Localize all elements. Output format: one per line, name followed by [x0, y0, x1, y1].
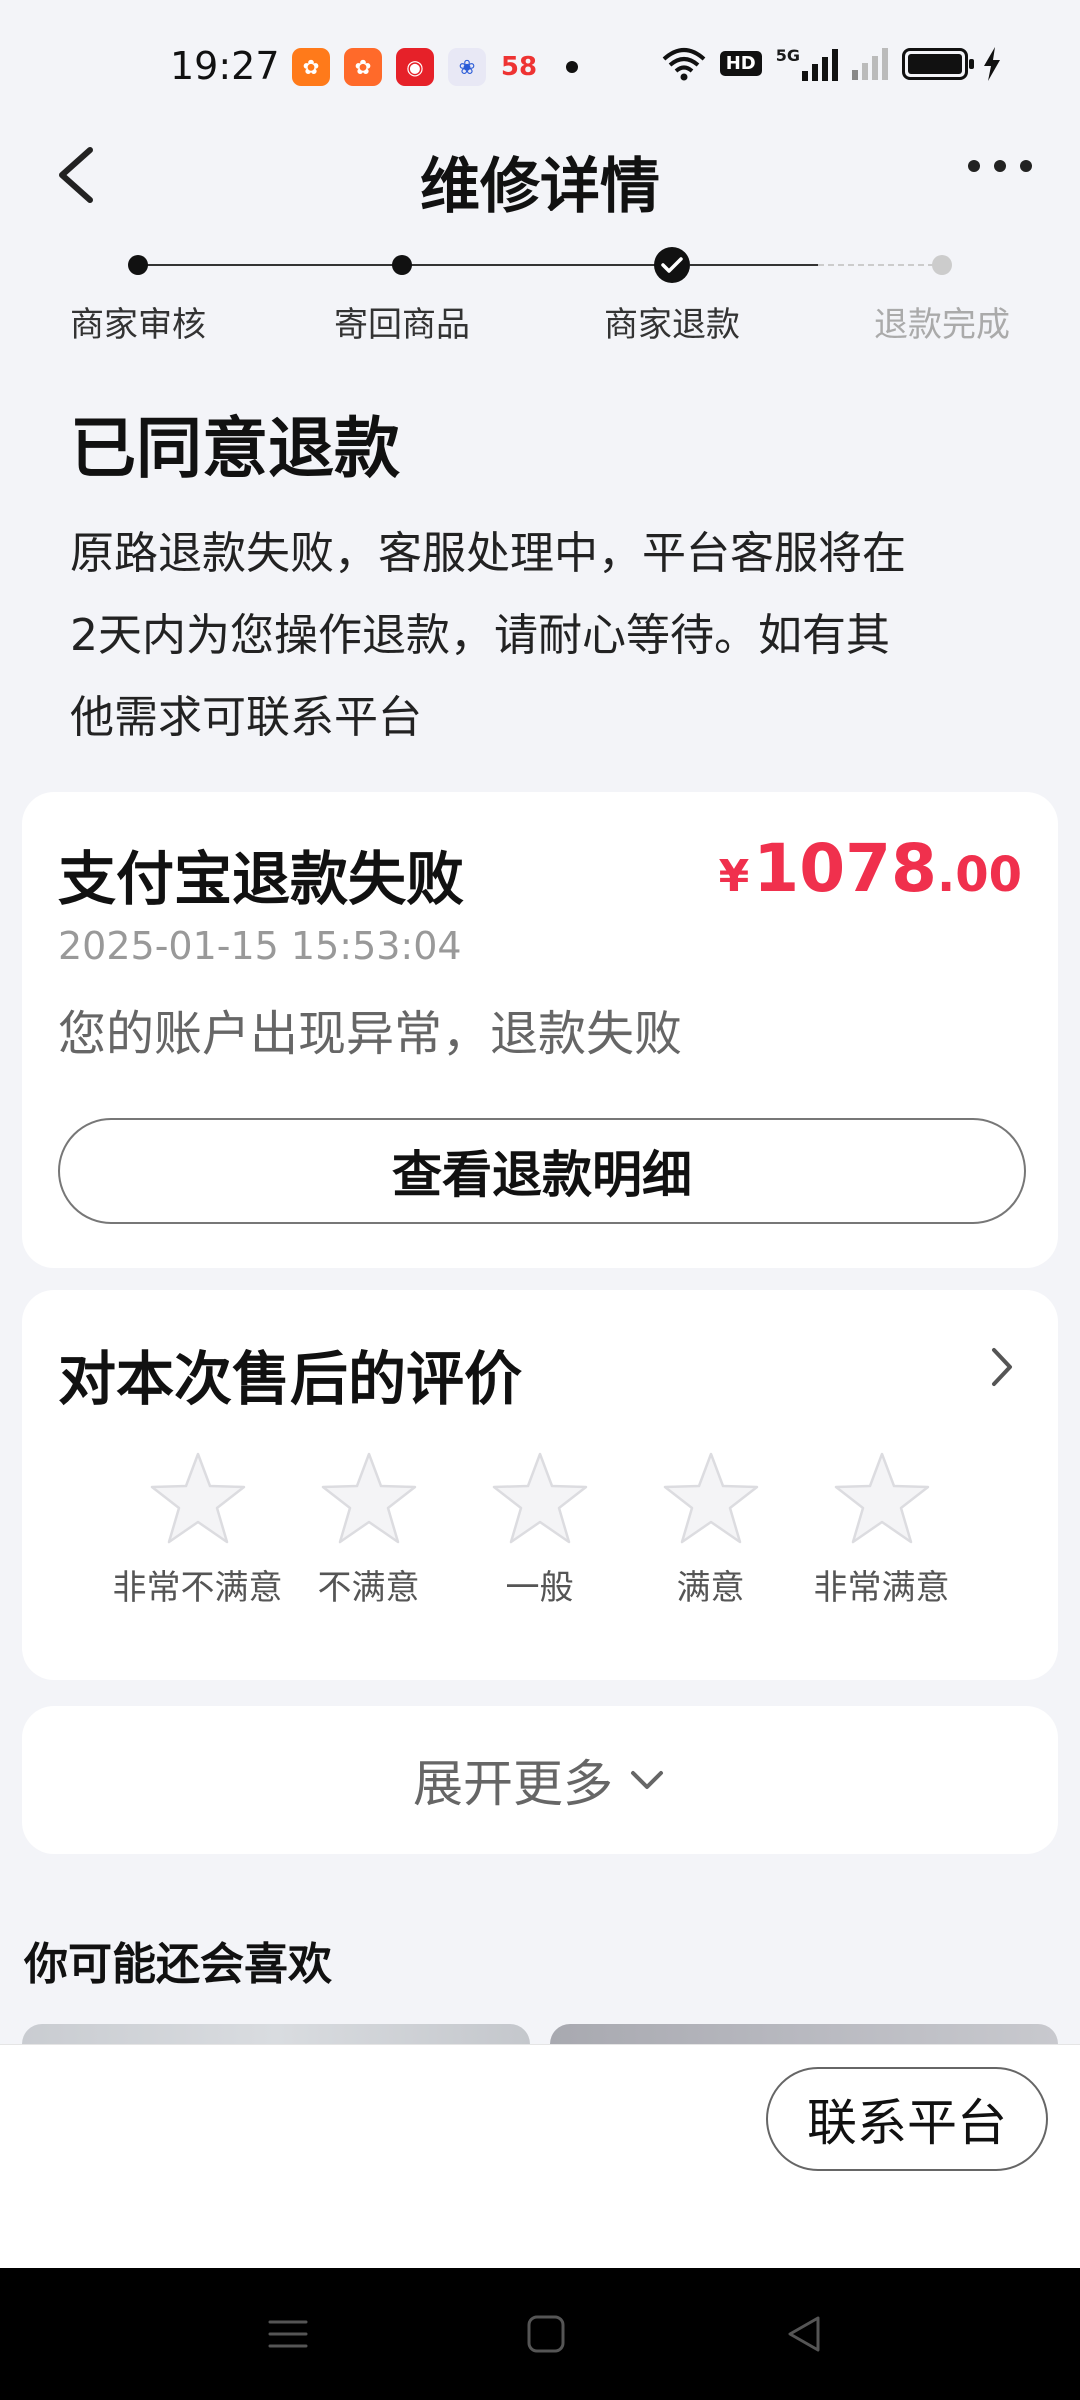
step-dot — [392, 255, 412, 275]
home-icon[interactable] — [524, 2312, 568, 2356]
back-nav-icon[interactable] — [782, 2312, 826, 2356]
chevron-down-icon — [631, 1771, 663, 1789]
star-icon[interactable] — [319, 1450, 419, 1546]
progress-line-pending — [818, 264, 942, 266]
rating-option[interactable]: 一般 — [454, 1450, 625, 1609]
step-label: 退款完成 — [874, 305, 1010, 345]
more-options-icon[interactable] — [968, 160, 1032, 172]
step-label: 寄回商品 — [334, 305, 470, 345]
wifi-icon — [662, 47, 706, 80]
progress-line — [402, 264, 672, 266]
status-title: 已同意退款 — [70, 410, 400, 487]
railway-icon: ◉ — [396, 48, 434, 86]
step-label: 商家审核 — [70, 305, 206, 345]
signal-sim2-icon — [852, 47, 888, 80]
kuaishou-icon: ✿ — [344, 48, 382, 86]
charging-icon — [984, 46, 1000, 81]
status-time: 19:27 — [170, 44, 280, 88]
star-rating: 非常不满意 不满意 一般 满意 非常满意 — [112, 1450, 967, 1609]
status-bar: 19:27 ✿ ✿ ◉ ❀ 58 HD 5G — [0, 0, 1080, 136]
page-title: 维修详情 — [420, 152, 660, 222]
expand-more-label: 展开更多 — [413, 1755, 613, 1813]
step-dot — [128, 255, 148, 275]
system-navigation-bar — [0, 2268, 1080, 2400]
refund-status: 已同意退款 原路退款失败，客服处理中，平台客服将在 2天内为您操作退款，请耐心等… — [70, 395, 1020, 759]
rating-option[interactable]: 不满意 — [283, 1450, 454, 1609]
battery-icon — [902, 47, 974, 80]
refund-card-title: 支付宝退款失败 — [58, 845, 465, 913]
status-description: 原路退款失败，客服处理中，平台客服将在 2天内为您操作退款，请耐心等待。如有其 … — [70, 528, 906, 743]
58-icon: 58 — [500, 52, 538, 82]
check-icon — [654, 247, 690, 283]
star-icon[interactable] — [661, 1450, 761, 1546]
expand-more-button[interactable]: 展开更多 — [22, 1706, 1058, 1854]
hd-voice-icon: HD — [719, 51, 762, 76]
step-dot-pending — [932, 255, 952, 275]
progress-line — [690, 264, 818, 266]
more-notifications-dot-icon — [566, 61, 578, 73]
chevron-right-icon[interactable] — [982, 1342, 1022, 1392]
progress-line — [138, 264, 402, 266]
rating-option[interactable]: 非常满意 — [796, 1450, 967, 1609]
baidu-icon: ❀ — [448, 48, 486, 86]
bottom-action-bar: 联系平台 — [0, 2044, 1080, 2268]
kuaishou-lite-icon: ✿ — [292, 48, 330, 86]
rating-title: 对本次售后的评价 — [58, 1345, 523, 1413]
step-label: 商家退款 — [604, 305, 740, 345]
contact-platform-button[interactable]: 联系平台 — [766, 2067, 1048, 2171]
star-icon[interactable] — [832, 1450, 932, 1546]
rating-card: 对本次售后的评价 非常不满意 不满意 一般 满意 非常满意 — [22, 1290, 1058, 1680]
refund-failure-reason: 您的账户出现异常，退款失败 — [58, 1006, 683, 1062]
view-refund-details-button[interactable]: 查看退款明细 — [58, 1118, 1026, 1224]
refund-amount: ¥ 1078 .00 — [718, 830, 1022, 907]
star-icon[interactable] — [148, 1450, 248, 1546]
recommend-title: 你可能还会喜欢 — [24, 1939, 332, 1990]
refund-card: 支付宝退款失败 ¥ 1078 .00 2025-01-15 15:53:04 您… — [22, 792, 1058, 1268]
system-indicators: HD 5G — [662, 46, 1002, 81]
notification-icons: ✿ ✿ ◉ ❀ 58 — [292, 48, 578, 86]
menu-icon[interactable] — [266, 2312, 310, 2356]
rating-option[interactable]: 非常不满意 — [112, 1450, 283, 1609]
navigation-header: 维修详情 — [0, 130, 1080, 222]
rating-option[interactable]: 满意 — [625, 1450, 796, 1609]
refund-progress: 商家审核 寄回商品 商家退款 退款完成 — [0, 245, 1080, 355]
star-icon[interactable] — [490, 1450, 590, 1546]
signal-5g-icon: 5G — [776, 46, 838, 81]
refund-timestamp: 2025-01-15 15:53:04 — [58, 924, 462, 968]
